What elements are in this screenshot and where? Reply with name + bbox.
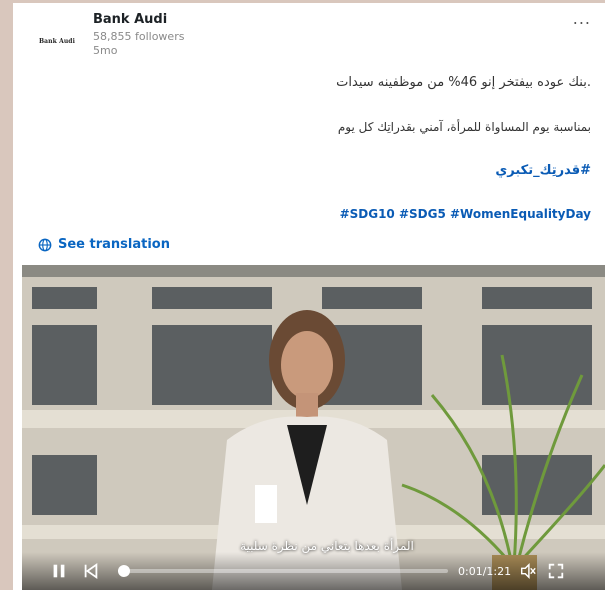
pause-button[interactable] bbox=[50, 560, 72, 582]
progress-knob[interactable] bbox=[118, 565, 130, 577]
follower-count: 58,855 followers bbox=[93, 30, 185, 43]
volume-muted-icon bbox=[521, 562, 536, 580]
progress-bar[interactable] bbox=[118, 565, 448, 577]
skip-back-icon bbox=[84, 562, 98, 580]
volume-button[interactable] bbox=[519, 562, 537, 580]
see-translation-button[interactable]: See translation bbox=[38, 237, 170, 252]
globe-icon bbox=[38, 238, 52, 251]
pause-icon bbox=[53, 564, 65, 578]
time-display: 0:01/1:21 bbox=[458, 564, 512, 578]
fullscreen-icon bbox=[548, 563, 564, 579]
see-translation-label: See translation bbox=[58, 237, 170, 252]
hashtag-link[interactable]: #قدرتِك_تكبري bbox=[495, 163, 591, 178]
logo-text: Bank Audi bbox=[39, 37, 75, 45]
author-name[interactable]: Bank Audi bbox=[93, 12, 167, 27]
cursor-caret bbox=[255, 485, 277, 523]
post-text-line-1: .بنك عوده بيفتخر إنو 46% من موظفينه سيدا… bbox=[336, 75, 591, 90]
post-card: Bank Audi Bank Audi 58,855 followers 5mo… bbox=[13, 3, 605, 590]
video-player[interactable]: المرأة بعدها بتعاني من نظرة سلبية 0:01/1… bbox=[22, 265, 605, 590]
post-text-line-2: بمناسبة يوم المساواة للمرأة، آمني بقدرات… bbox=[337, 120, 591, 134]
fullscreen-button[interactable] bbox=[547, 562, 565, 580]
post-age: 5mo bbox=[93, 44, 118, 57]
company-logo[interactable]: Bank Audi bbox=[33, 17, 81, 65]
more-options-button[interactable]: ... bbox=[573, 9, 591, 28]
post-header: Bank Audi Bank Audi 58,855 followers 5mo… bbox=[13, 3, 605, 73]
video-subtitle: المرأة بعدها بتعاني من نظرة سلبية bbox=[240, 539, 414, 553]
sdg-hashtags[interactable]: #SDG10 #SDG5 #WomenEqualityDay bbox=[340, 207, 591, 221]
skip-back-button[interactable] bbox=[82, 561, 102, 581]
video-controls: 0:01/1:21 bbox=[22, 552, 605, 590]
